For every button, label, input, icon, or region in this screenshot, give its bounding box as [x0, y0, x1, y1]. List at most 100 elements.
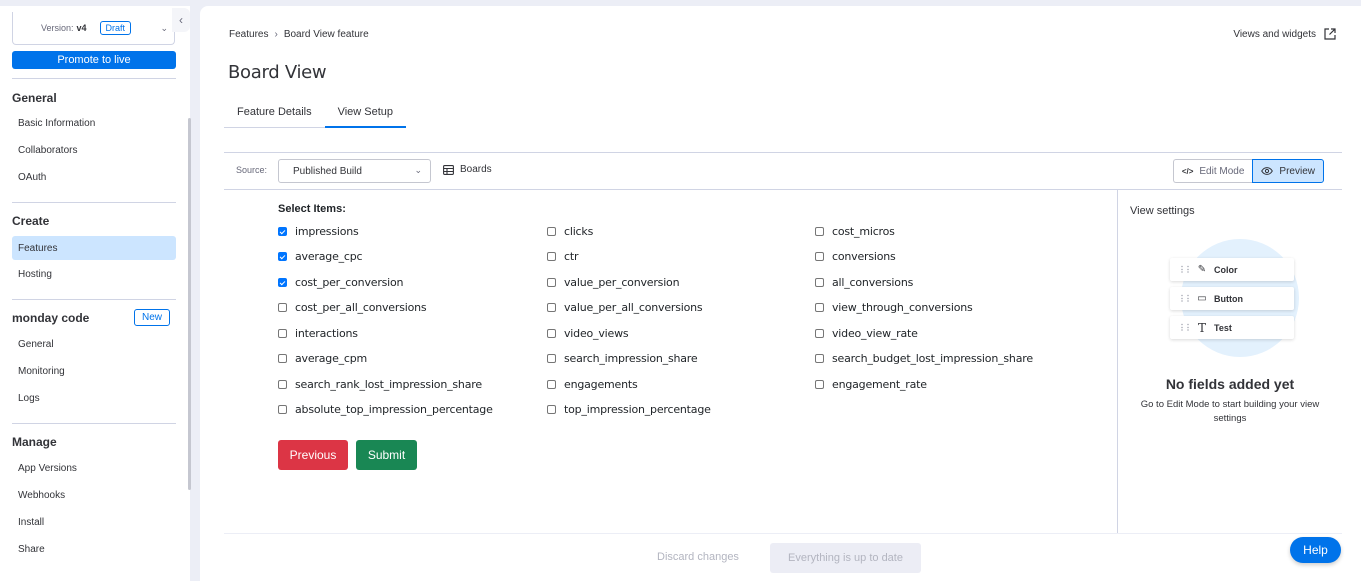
checkbox-unchecked[interactable]: [547, 252, 556, 261]
sidebar-item-basic-information[interactable]: Basic Information: [12, 111, 176, 135]
checkbox-item[interactable]: value_per_all_conversions: [547, 301, 703, 314]
sidebar-item-general[interactable]: General: [12, 332, 176, 356]
checkbox-label: ctr: [564, 250, 579, 263]
checkbox-item[interactable]: average_cpm: [278, 352, 367, 365]
version-selector[interactable]: Version: v4 Draft ⌄: [12, 12, 175, 45]
tab-view-setup[interactable]: View Setup: [324, 101, 407, 128]
checkbox-checked[interactable]: [278, 227, 287, 236]
checkbox-checked[interactable]: [278, 278, 287, 287]
boards-button[interactable]: Boards: [443, 164, 492, 175]
checkbox-item[interactable]: cost_per_conversion: [278, 276, 404, 289]
checkbox-unchecked[interactable]: [547, 354, 556, 363]
checkbox-unchecked[interactable]: [815, 278, 824, 287]
checkbox-checked[interactable]: [278, 252, 287, 261]
source-label: Source:: [236, 165, 268, 175]
checkbox-unchecked[interactable]: [278, 303, 287, 312]
checkbox-item[interactable]: engagements: [547, 378, 638, 391]
sidebar-item-features[interactable]: Features: [12, 236, 176, 260]
checkbox-unchecked[interactable]: [547, 380, 556, 389]
checkbox-unchecked[interactable]: [278, 380, 287, 389]
checkbox-unchecked[interactable]: [815, 354, 824, 363]
checkbox-item[interactable]: search_budget_lost_impression_share: [815, 352, 1033, 365]
checkbox-unchecked[interactable]: [278, 329, 287, 338]
checkbox-unchecked[interactable]: [815, 380, 824, 389]
checkbox-item[interactable]: cost_per_all_conversions: [278, 301, 427, 314]
checkbox-unchecked[interactable]: [815, 227, 824, 236]
checkbox-item[interactable]: absolute_top_impression_percentage: [278, 403, 493, 416]
edit-mode-button[interactable]: </> Edit Mode: [1172, 159, 1253, 183]
checkbox-label: video_view_rate: [832, 327, 918, 340]
checkbox-item[interactable]: cost_micros: [815, 225, 895, 238]
help-button[interactable]: Help: [1290, 537, 1341, 563]
sidebar-item-collaborators[interactable]: Collaborators: [12, 138, 176, 162]
drag-handle-icon: ⋮⋮: [1178, 323, 1192, 332]
code-icon: </>: [1181, 166, 1194, 176]
checkbox-item[interactable]: clicks: [547, 225, 593, 238]
promote-to-live-button[interactable]: Promote to live: [12, 51, 176, 69]
checkbox-unchecked[interactable]: [815, 329, 824, 338]
sidebar-item-logs[interactable]: Logs: [12, 386, 176, 410]
sidebar-item-install[interactable]: Install: [12, 510, 176, 534]
checkbox-unchecked[interactable]: [278, 405, 287, 414]
checkbox-item[interactable]: video_view_rate: [815, 327, 918, 340]
save-status-button: Everything is up to date: [770, 543, 921, 573]
checkbox-unchecked[interactable]: [278, 354, 287, 363]
checkbox-unchecked[interactable]: [547, 405, 556, 414]
checkbox-item[interactable]: impressions: [278, 225, 359, 238]
section-heading-monday-code: monday code: [12, 311, 90, 325]
checkbox-unchecked[interactable]: [547, 227, 556, 236]
sample-field-label: Test: [1214, 322, 1232, 333]
checkbox-item[interactable]: top_impression_percentage: [547, 403, 711, 416]
collapse-sidebar-button[interactable]: ‹: [172, 8, 190, 32]
sidebar-item-app-versions[interactable]: App Versions: [12, 456, 176, 480]
views-and-widgets-label: Views and widgets: [1233, 28, 1316, 40]
checkbox-item[interactable]: conversions: [815, 250, 896, 263]
breadcrumb-features[interactable]: Features: [229, 29, 268, 40]
tab-feature-details[interactable]: Feature Details: [224, 101, 325, 128]
checkbox-unchecked[interactable]: [815, 303, 824, 312]
checkbox-item[interactable]: value_per_conversion: [547, 276, 680, 289]
checkbox-item[interactable]: all_conversions: [815, 276, 913, 289]
sample-field-label: Color: [1214, 264, 1238, 275]
sidebar-item-webhooks[interactable]: Webhooks: [12, 483, 176, 507]
sidebar-item-share[interactable]: Share: [12, 537, 176, 561]
checkbox-item[interactable]: average_cpc: [278, 250, 363, 263]
view-settings-panel: View settings ⋮⋮ ✎ Color ⋮⋮ ▭ Button ⋮⋮ …: [1118, 190, 1342, 533]
sidebar-scrollbar[interactable]: [188, 118, 191, 490]
checkbox-item[interactable]: search_impression_share: [547, 352, 698, 365]
source-select[interactable]: Published Build ⌄: [278, 159, 431, 183]
empty-state-subtitle: Go to Edit Mode to start building your v…: [1140, 399, 1320, 424]
checkbox-item[interactable]: interactions: [278, 327, 358, 340]
previous-button[interactable]: Previous: [278, 440, 348, 470]
sidebar-item-monitoring[interactable]: Monitoring: [12, 359, 176, 383]
checkbox-unchecked[interactable]: [547, 303, 556, 312]
discard-changes-button[interactable]: Discard changes: [657, 551, 739, 563]
submit-button[interactable]: Submit: [356, 440, 417, 470]
section-heading-manage: Manage: [12, 435, 57, 449]
checkbox-item[interactable]: ctr: [547, 250, 579, 263]
checkbox-label: average_cpc: [295, 250, 363, 263]
sample-field-label: Button: [1214, 293, 1243, 304]
external-link-icon: [1324, 28, 1336, 40]
checkbox-item[interactable]: video_views: [547, 327, 629, 340]
sidebar-item-oauth[interactable]: OAuth: [12, 165, 176, 189]
preview-button[interactable]: Preview: [1252, 159, 1324, 183]
checkbox-label: interactions: [295, 327, 358, 340]
checkbox-unchecked[interactable]: [547, 278, 556, 287]
checkbox-unchecked[interactable]: [547, 329, 556, 338]
breadcrumb-current: Board View feature: [283, 29, 369, 40]
checkbox-unchecked[interactable]: [815, 252, 824, 261]
sidebar-item-hosting[interactable]: Hosting: [12, 262, 176, 286]
checkbox-label: value_per_all_conversions: [564, 301, 703, 314]
checkbox-label: search_rank_lost_impression_share: [295, 378, 482, 391]
select-items-title: Select Items:: [278, 203, 346, 215]
boards-label: Boards: [460, 164, 492, 175]
views-and-widgets-link[interactable]: Views and widgets: [1233, 28, 1336, 40]
checkbox-item[interactable]: search_rank_lost_impression_share: [278, 378, 482, 391]
version-value: v4: [76, 23, 87, 33]
pencil-icon: ✎: [1197, 264, 1207, 275]
divider: [12, 299, 176, 300]
checkbox-item[interactable]: engagement_rate: [815, 378, 927, 391]
checkbox-item[interactable]: view_through_conversions: [815, 301, 973, 314]
drag-handle-icon: ⋮⋮: [1178, 294, 1192, 303]
